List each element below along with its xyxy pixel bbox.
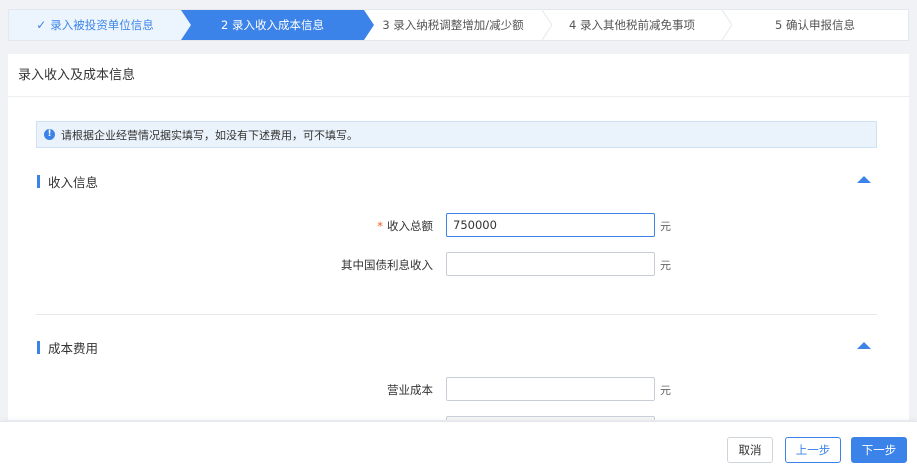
page: ✓ 录入被投资单位信息 2 录入收入成本信息 3 录入纳税调整增加/减少额 4 … [0, 0, 917, 469]
bond-interest-label: 其中国债利息收入 [341, 258, 433, 272]
form-card: 录入收入及成本信息 ! 请根据企业经营情况据实填写，如没有下述费用，可不填写。 … [8, 54, 909, 420]
step-1-label: 录入被投资单位信息 [50, 18, 154, 32]
operating-cost-row: 营业成本 元 [8, 377, 909, 401]
income-section-header: 收入信息 [36, 171, 877, 191]
total-income-label: * 收入总额 [377, 219, 433, 233]
total-income-input[interactable] [446, 213, 655, 237]
step-4-arrow [722, 10, 732, 40]
wizard-stepper: ✓ 录入被投资单位信息 2 录入收入成本信息 3 录入纳税调整增加/减少额 4 … [8, 9, 909, 41]
check-icon: ✓ [36, 18, 47, 32]
bond-interest-unit: 元 [660, 259, 671, 272]
card-title: 录入收入及成本信息 [8, 54, 909, 97]
required-mark: * [377, 219, 383, 233]
step-3-label: 3 录入纳税调整增加/减少额 [382, 18, 524, 32]
step-5-label: 5 确认申报信息 [775, 18, 855, 32]
step-1-arrow [181, 10, 191, 40]
step-5[interactable]: 5 确认申报信息 [722, 10, 908, 40]
bond-interest-input[interactable] [446, 252, 655, 276]
footer-bar: 取消 上一步 下一步 [0, 421, 917, 469]
step-2-label: 2 录入收入成本信息 [221, 18, 324, 32]
previous-step-button[interactable]: 上一步 [785, 437, 841, 463]
section-marker [37, 340, 40, 354]
step-1[interactable]: ✓ 录入被投资单位信息 [9, 10, 191, 40]
step-2[interactable]: 2 录入收入成本信息 [181, 10, 374, 40]
step-3[interactable]: 3 录入纳税调整增加/减少额 [364, 10, 552, 40]
next-field-input[interactable] [446, 416, 655, 420]
bond-interest-row: 其中国债利息收入 元 [8, 252, 909, 276]
income-section-title: 收入信息 [48, 174, 99, 190]
step-4[interactable]: 4 录入其他税前减免事项 [542, 10, 732, 40]
info-icon: ! [44, 129, 55, 140]
step-2-arrow [364, 10, 374, 40]
collapse-up-icon[interactable] [857, 342, 871, 349]
next-field-row [8, 416, 909, 420]
total-income-row: *收入总额 元 [8, 213, 909, 237]
operating-cost-label: 营业成本 [387, 383, 433, 397]
step-4-label: 4 录入其他税前减免事项 [569, 18, 695, 32]
section-divider [36, 314, 877, 315]
notice-banner: ! 请根据企业经营情况据实填写，如没有下述费用，可不填写。 [36, 121, 877, 148]
notice-text: 请根据企业经营情况据实填写，如没有下述费用，可不填写。 [61, 128, 358, 142]
step-3-arrow [542, 10, 552, 40]
cost-section-title: 成本费用 [48, 340, 99, 356]
next-step-button[interactable]: 下一步 [851, 437, 907, 463]
operating-cost-unit: 元 [660, 384, 671, 397]
cost-section-header: 成本费用 [36, 337, 877, 357]
cancel-button[interactable]: 取消 [727, 437, 773, 463]
total-income-unit: 元 [660, 220, 671, 233]
operating-cost-input[interactable] [446, 377, 655, 401]
section-marker [37, 174, 40, 188]
collapse-up-icon[interactable] [857, 176, 871, 183]
